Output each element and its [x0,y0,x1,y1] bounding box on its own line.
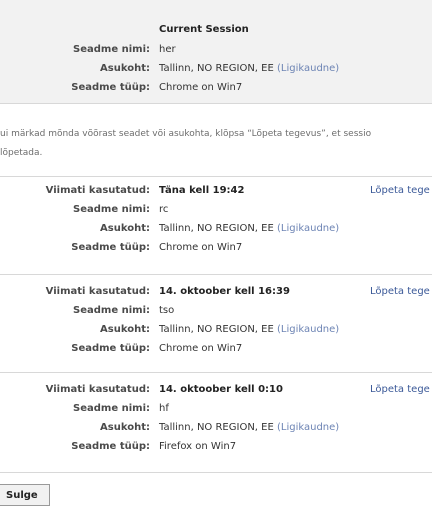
session-item: Viimati kasutatud: 14. oktoober kell 0:1… [0,383,432,468]
device-type-label: Seadme tüüp: [71,82,150,93]
last-used-value: 14. oktoober kell 0:10 [159,384,283,395]
close-button[interactable]: Sulge [0,484,50,506]
device-name-label: Seadme nimi: [73,305,150,316]
divider [0,274,432,275]
divider [0,176,432,177]
info-line-1: ui märkad mõnda võõrast seadet või asuko… [0,129,372,139]
location-label: Asukoht: [100,324,150,335]
current-device-type-row: Seadme tüüp: Chrome on Win7 [0,81,432,95]
device-name-value: hf [159,403,169,414]
last-used-label: Viimati kasutatud: [45,185,150,196]
location-value: Tallinn, NO REGION, EE [159,63,274,74]
last-used-label: Viimati kasutatud: [45,384,150,395]
last-used-value: 14. oktoober kell 16:39 [159,286,290,297]
location-approx-note: (Ligikaudne) [276,324,340,335]
device-name-value: her [159,44,176,55]
device-type-label: Seadme tüüp: [71,343,150,354]
end-activity-link[interactable]: Lõpeta tege [370,383,430,397]
current-device-name-row: Seadme nimi: her [0,43,432,57]
device-name-label: Seadme nimi: [73,44,150,55]
current-location-row: Asukoht: Tallinn, NO REGION, EE (Ligikau… [0,62,432,76]
device-type-value: Chrome on Win7 [159,242,243,253]
divider [0,472,432,473]
divider [0,372,432,373]
device-name-value: rc [159,204,169,215]
location-approx-note: (Ligikaudne) [276,63,340,74]
session-item: Viimati kasutatud: 14. oktoober kell 16:… [0,285,432,370]
device-name-value: tso [159,305,175,316]
current-session-panel: Current Session Seadme nimi: her Asukoht… [0,0,432,103]
location-value: Tallinn, NO REGION, EE [159,422,274,433]
location-approx-note: (Ligikaudne) [276,422,340,433]
device-type-label: Seadme tüüp: [71,441,150,452]
session-item: Viimati kasutatud: Täna kell 19:42 Lõpet… [0,184,432,269]
device-type-label: Seadme tüüp: [71,242,150,253]
location-label: Asukoht: [100,223,150,234]
location-label: Asukoht: [100,422,150,433]
info-line-2: lõpetada. [0,148,43,158]
location-label: Asukoht: [100,63,150,74]
location-value: Tallinn, NO REGION, EE [159,324,274,335]
last-used-value: Täna kell 19:42 [159,185,245,196]
device-type-value: Chrome on Win7 [159,343,243,354]
info-text: ui märkad mõnda võõrast seadet või asuko… [0,125,432,163]
device-type-value: Firefox on Win7 [159,441,237,452]
location-approx-note: (Ligikaudne) [276,223,340,234]
device-name-label: Seadme nimi: [73,403,150,414]
device-type-value: Chrome on Win7 [159,82,243,93]
device-name-label: Seadme nimi: [73,204,150,215]
current-session-title: Current Session [159,24,249,35]
location-value: Tallinn, NO REGION, EE [159,223,274,234]
divider [0,103,432,104]
end-activity-link[interactable]: Lõpeta tege [370,184,430,198]
last-used-label: Viimati kasutatud: [45,286,150,297]
end-activity-link[interactable]: Lõpeta tege [370,285,430,299]
